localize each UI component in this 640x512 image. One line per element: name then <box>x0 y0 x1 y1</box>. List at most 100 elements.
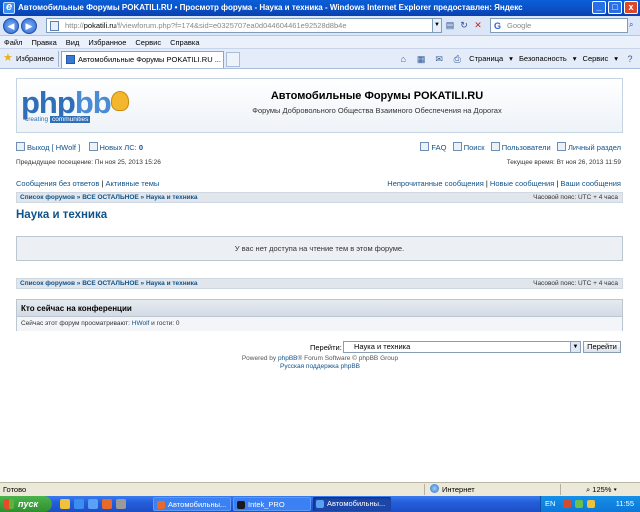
quicklaunch-firefox-icon[interactable] <box>102 499 112 509</box>
mail-icon[interactable]: ✉ <box>433 53 445 65</box>
address-dropdown-icon[interactable]: ▼ <box>432 18 442 33</box>
new-tab-button[interactable] <box>226 52 240 67</box>
quicklaunch-app-icon[interactable] <box>116 499 126 509</box>
address-input[interactable]: http://pokatili.ru/f/viewforum.php?f=174… <box>46 18 439 33</box>
search-link[interactable]: Поиск <box>464 143 485 152</box>
favorites-star-icon[interactable]: ★ <box>3 52 13 65</box>
security-menu[interactable]: Безопасность <box>519 52 567 66</box>
russian-support-link[interactable]: Русская поддержка phpBB <box>280 363 360 370</box>
quick-links-right: Непрочитанные сообщения | Новые сообщени… <box>387 179 621 188</box>
site-title: Автомобильные Форумы POKATILI.RU <box>270 90 484 102</box>
task-browser-firefox[interactable]: Автомобильны... <box>153 497 231 511</box>
tools-menu[interactable]: Сервис <box>583 52 609 66</box>
footer-powered: Powered by phpBB® Forum Software © phpBB… <box>241 355 399 362</box>
page-menu[interactable]: Страница <box>469 52 503 66</box>
quicklaunch-ie-icon[interactable] <box>88 499 98 509</box>
home-icon[interactable]: ⌂ <box>397 53 409 65</box>
current-time: Текущее время: Вт ноя 26, 2013 11:59 <box>506 159 621 166</box>
breadcrumb-category[interactable]: ВСЕ ОСТАЛЬНОЕ <box>82 280 139 287</box>
quicklaunch-desktop-icon[interactable] <box>74 499 84 509</box>
menu-tools[interactable]: Сервис <box>135 36 161 48</box>
help-icon[interactable]: ? <box>624 53 636 65</box>
breadcrumb-index[interactable]: Список форумов <box>20 194 75 201</box>
menu-favorites[interactable]: Избранное <box>88 36 126 48</box>
tray-network-icon[interactable] <box>575 500 583 508</box>
phpbb-link[interactable]: phpBB <box>278 355 298 362</box>
zoom-level[interactable]: ⌕ 125% ▾ <box>586 483 617 496</box>
quicklaunch-folder-icon[interactable] <box>60 499 70 509</box>
online-user-link[interactable]: HWolf <box>132 320 150 327</box>
window-title: Автомобильные Форумы POKATILI.RU • Просм… <box>18 3 523 12</box>
start-button[interactable]: пуск <box>0 496 52 512</box>
menu-help[interactable]: Справка <box>170 36 199 48</box>
faq-link[interactable]: FAQ <box>431 143 446 152</box>
browser-tab[interactable]: Автомобильные Форумы POKATILI.RU ... <box>61 51 224 68</box>
timezone-label: Часовой пояс: UTC + 4 часа <box>533 194 618 201</box>
stop-icon[interactable]: ✕ <box>472 19 484 32</box>
menu-bar: Файл Правка Вид Избранное Сервис Справка <box>0 36 640 49</box>
page-icon <box>50 21 59 31</box>
breadcrumb-forum[interactable]: Наука и техника <box>146 194 198 201</box>
members-link[interactable]: Пользователи <box>502 143 551 152</box>
breadcrumb-category[interactable]: ВСЕ ОСТАЛЬНОЕ <box>82 194 139 201</box>
clock[interactable]: 11:55 <box>616 496 634 512</box>
refresh-icon[interactable]: ↻ <box>458 19 470 32</box>
address-toolbar: ◀ ▶ http://pokatili.ru/f/viewforum.php?f… <box>0 16 640 36</box>
menu-view[interactable]: Вид <box>66 36 80 48</box>
task-browser-ie[interactable]: Автомобильны... <box>313 497 391 511</box>
last-visit: Предыдущее посещение: Пн ноя 25, 2013 15… <box>16 159 161 166</box>
private-messages-icon <box>88 142 98 151</box>
close-button[interactable]: x <box>624 1 638 14</box>
system-tray: EN 11:55 <box>540 496 640 512</box>
forward-icon[interactable]: ▶ <box>21 18 37 34</box>
breadcrumb: Список форумов » ВСЕ ОСТАЛЬНОЕ » Наука и… <box>16 192 623 203</box>
minimize-button[interactable]: _ <box>592 1 606 14</box>
jump-select[interactable]: Наука и техника ▼ <box>343 341 581 353</box>
unread-posts-link[interactable]: Непрочитанные сообщения <box>387 179 484 188</box>
favorites-divider <box>58 51 59 67</box>
security-zone[interactable]: Интернет <box>430 483 475 496</box>
menu-file[interactable]: Файл <box>4 36 22 48</box>
site-description: Форумы Добровольного Общества Взаимного … <box>252 106 502 115</box>
active-topics-link[interactable]: Активные темы <box>105 179 159 188</box>
jump-label: Перейти: <box>310 343 342 352</box>
windows-flag-icon <box>4 499 14 509</box>
maximize-button[interactable]: □ <box>608 1 622 14</box>
print-icon[interactable]: ⎙ <box>451 53 463 65</box>
visit-info: Предыдущее посещение: Пн ноя 25, 2013 15… <box>16 159 623 166</box>
tray-volume-icon[interactable] <box>587 500 595 508</box>
task-intek[interactable]: Intek_PRO <box>233 497 311 511</box>
breadcrumb-forum[interactable]: Наука и техника <box>146 280 198 287</box>
search-input[interactable]: G Google <box>490 18 628 33</box>
logout-link[interactable]: Выход [ HWolf ] <box>27 143 80 152</box>
command-bar: ⌂ ▦ ✉ ⎙ Страница ▾ Безопасность ▾ Сервис ▾ … <box>397 52 636 66</box>
who-is-online-heading: Кто сейчас на конференции <box>17 300 622 317</box>
new-posts-link[interactable]: Новые сообщения <box>490 179 554 188</box>
ucp-link[interactable]: Личный раздел <box>568 143 621 152</box>
quick-links: Сообщения без ответов | Активные темы Не… <box>16 179 621 188</box>
breadcrumb-index[interactable]: Список форумов <box>20 280 75 287</box>
footer-support: Русская поддержка phpBB <box>0 363 640 370</box>
google-icon: G <box>494 21 502 31</box>
menu-edit[interactable]: Правка <box>31 36 56 48</box>
new-pm-link[interactable]: Новых ЛС: 0 <box>100 143 143 152</box>
forum-header: phpbb creating communities Автомобильные… <box>16 78 623 133</box>
logout-icon <box>16 142 25 151</box>
feeds-icon[interactable]: ▦ <box>415 53 427 65</box>
phpbb-logo[interactable]: phpbb creating communities <box>21 83 129 127</box>
back-icon[interactable]: ◀ <box>3 18 19 34</box>
unanswered-posts-link[interactable]: Сообщения без ответов <box>16 179 99 188</box>
app-icon <box>237 501 245 509</box>
language-indicator[interactable]: EN <box>545 496 555 512</box>
your-posts-link[interactable]: Ваши сообщения <box>560 179 621 188</box>
who-is-online-text: Сейчас этот форум просматривают: HWolf и… <box>17 317 622 331</box>
tray-app-icon[interactable] <box>563 500 571 508</box>
compatibility-icon[interactable]: ▤ <box>444 19 456 32</box>
search-go-icon[interactable]: ⌕ <box>629 20 633 30</box>
jump-button[interactable]: Перейти <box>583 341 621 353</box>
favorites-button[interactable]: Избранное <box>16 53 54 64</box>
breadcrumb-bottom: Список форумов » ВСЕ ОСТАЛЬНОЕ » Наука и… <box>16 278 623 289</box>
globe-icon <box>430 484 439 493</box>
search-icon <box>452 142 462 151</box>
page-title[interactable]: Наука и техника <box>16 209 107 221</box>
